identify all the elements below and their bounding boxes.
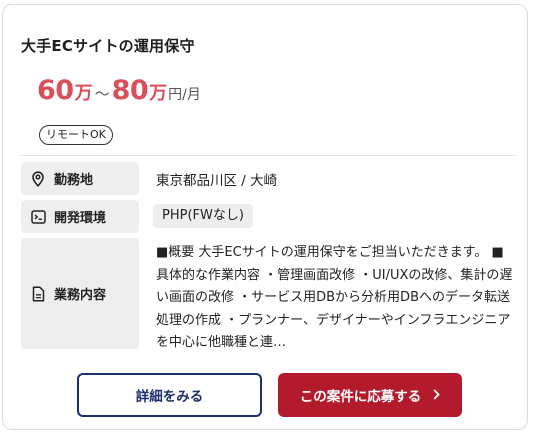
remote-badge: リモートOK xyxy=(39,125,113,145)
job-card: 大手ECサイトの運用保守 60 万 ～ 80 万 円/月 リモートOK 勤務地 … xyxy=(2,4,528,430)
salary-max: 80 xyxy=(111,75,149,106)
job-title: 大手ECサイトの運用保守 xyxy=(21,37,195,55)
content-label-text: 業務内容 xyxy=(54,288,107,303)
salary-separator: ～ xyxy=(94,85,110,103)
salary-max-unit: 万 xyxy=(149,83,168,104)
terminal-icon xyxy=(30,209,46,225)
location-label: 勤務地 xyxy=(21,162,139,195)
location-value: 東京都品川区 / 大崎 xyxy=(156,173,278,189)
apply-button[interactable]: この案件に応募する xyxy=(278,373,462,417)
divider xyxy=(21,155,515,156)
document-icon xyxy=(30,285,46,302)
salary-min-unit: 万 xyxy=(74,83,93,104)
content-label: 業務内容 xyxy=(21,238,139,349)
location-pin-icon xyxy=(30,170,46,187)
detail-button[interactable]: 詳細をみる xyxy=(77,373,262,417)
chevron-right-icon xyxy=(433,386,440,404)
environment-label: 開発環境 xyxy=(21,200,139,233)
salary-period: 円/月 xyxy=(168,87,201,103)
location-label-text: 勤務地 xyxy=(54,173,94,188)
detail-button-label: 詳細をみる xyxy=(135,389,204,405)
salary: 60 万 ～ 80 万 円/月 xyxy=(37,75,201,109)
content-description: ■概要 大手ECサイトの運用保守をご担当いただきます。 ■具体的な作業内容 ・管… xyxy=(156,245,513,350)
salary-min: 60 xyxy=(37,75,74,106)
apply-button-label: この案件に応募する xyxy=(299,389,422,405)
environment-tag: PHP(FWなし) xyxy=(153,204,253,228)
environment-label-text: 開発環境 xyxy=(54,211,107,226)
